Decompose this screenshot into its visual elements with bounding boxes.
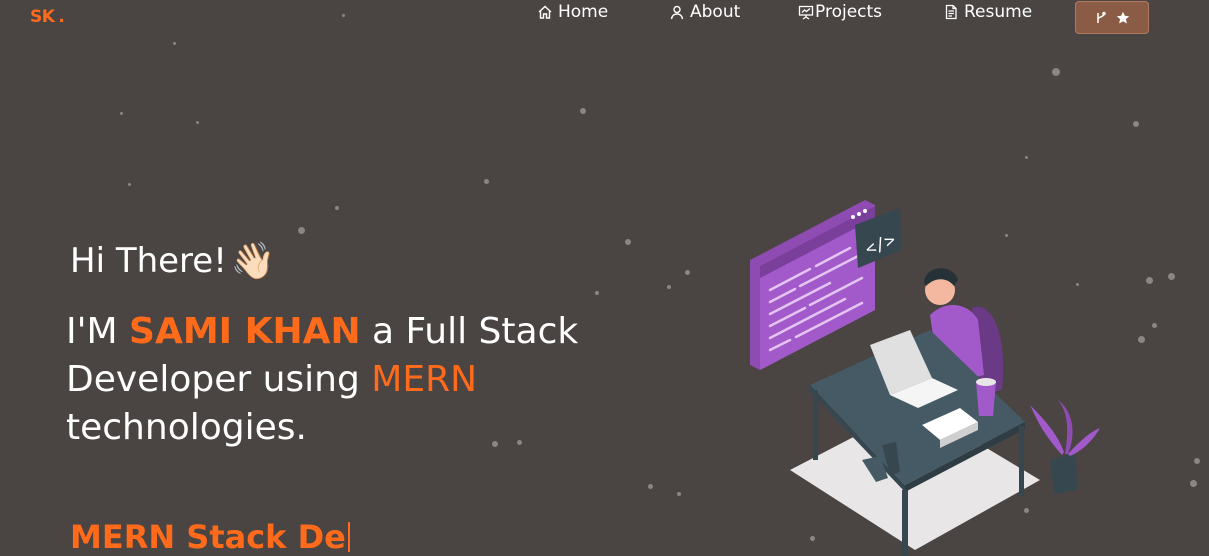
star-dot [685, 270, 690, 275]
nav-label-projects: Projects [815, 2, 883, 22]
nav-item-home[interactable]: Home [537, 0, 608, 24]
star-dot [484, 179, 489, 184]
star-dot [1190, 480, 1197, 487]
git-fork-icon [1097, 11, 1106, 23]
typed-text: MERN Stack De [70, 518, 346, 556]
star-dot [648, 484, 653, 489]
greeting-text: Hi There! [70, 241, 227, 281]
star-dot [625, 239, 631, 245]
logo-text: SK [30, 7, 55, 27]
star-icon [1116, 11, 1130, 23]
nav-item-about[interactable]: About [669, 0, 740, 24]
github-star-button[interactable] [1075, 1, 1149, 34]
star-dot [1152, 323, 1157, 328]
star-dot [1138, 336, 1145, 343]
star-dot [595, 291, 599, 295]
greeting: Hi There! 👋🏻 [70, 240, 276, 282]
home-icon [538, 5, 552, 19]
star-dot [1146, 277, 1153, 284]
user-icon [670, 5, 684, 20]
star-dot [1025, 156, 1028, 159]
typewriter-text: MERN Stack De [70, 518, 350, 556]
star-dot [667, 285, 671, 289]
star-dot [1194, 458, 1200, 464]
star-dot [1168, 273, 1175, 280]
developer-name: SAMI KHAN [129, 311, 361, 352]
document-icon [945, 4, 957, 20]
intro-prefix: I'M [66, 311, 130, 352]
star-dot [677, 492, 681, 496]
typing-cursor [347, 522, 350, 552]
developer-illustration: </> [750, 200, 1100, 556]
tech-stack: MERN [371, 359, 478, 400]
intro-suffix: technologies. [66, 407, 307, 448]
star-dot [120, 112, 123, 115]
star-dot [1133, 121, 1139, 127]
nav-item-resume[interactable]: Resume [943, 0, 1032, 24]
nav-label-resume: Resume [964, 2, 1033, 22]
logo-dot: . [58, 7, 65, 27]
presentation-icon [798, 5, 814, 20]
nav-item-projects[interactable]: Projects [798, 0, 882, 24]
star-dot [335, 206, 339, 210]
navbar: SK. Home About Projects Resume [0, 0, 1209, 36]
intro-heading: I'M SAMI KHAN a Full Stack Developer usi… [66, 308, 626, 452]
star-dot [173, 42, 176, 45]
star-dot [580, 108, 586, 114]
nav-label-about: About [690, 2, 741, 22]
star-dot [298, 227, 305, 234]
waving-hand-icon: 👋🏻 [230, 241, 276, 282]
star-dot [128, 183, 131, 186]
nav-label-home: Home [558, 2, 609, 22]
logo[interactable]: SK. [30, 7, 65, 27]
star-dot [196, 121, 199, 124]
star-dot [1052, 68, 1060, 76]
